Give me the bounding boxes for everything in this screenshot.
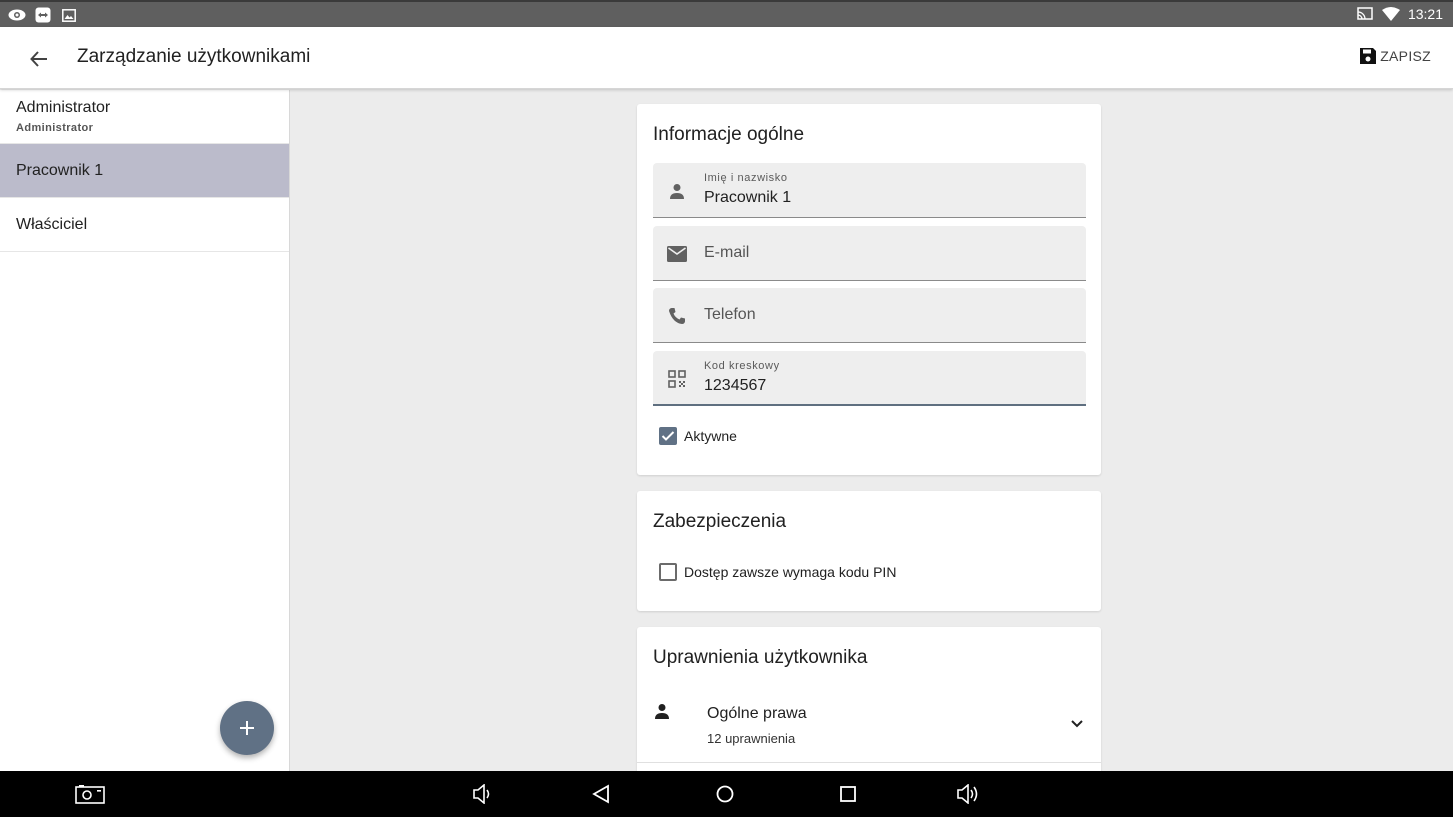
eye-icon [8,7,26,23]
qr-code-icon [666,368,688,390]
permissions-title: Uprawnienia użytkownika [653,647,868,668]
arrow-left-icon [30,51,47,67]
save-icon [1360,48,1377,64]
teamviewer-icon [34,7,52,23]
status-time: 13:21 [1407,6,1443,22]
mail-icon [666,243,688,265]
back-button[interactable] [24,44,54,74]
permission-item-subtitle: 12 uprawnienia [707,731,796,746]
security-card: Zabezpieczenia Dostęp zawsze wymaga kodu… [637,491,1101,611]
app-bar: Zarządzanie użytkownikami ZAPISZ [0,27,1453,89]
permission-item-title: Ogólne prawa [707,705,807,722]
active-checkbox-row[interactable]: Aktywne [659,427,737,445]
barcode-field-label: Kod kreskowy [704,360,780,372]
general-info-card: Informacje ogólne Imię i nazwisko Pracow… [637,104,1101,475]
user-role: Administrator [16,122,94,134]
user-item-pracownik-1[interactable]: Pracownik 1 [0,144,289,198]
phone-field-placeholder: Telefon [704,306,756,323]
add-user-button[interactable] [220,701,274,755]
person-icon [666,180,688,202]
chevron-down-icon[interactable] [1071,715,1083,733]
pin-checkbox-label: Dostęp zawsze wymaga kodu PIN [684,564,897,580]
active-checkbox-label: Aktywne [684,428,737,444]
screenshot-button[interactable] [74,781,106,807]
email-field-placeholder: E-mail [704,244,750,261]
home-nav-button[interactable] [710,781,740,807]
save-button[interactable]: ZAPISZ [1359,47,1431,65]
pin-checkbox-row[interactable]: Dostęp zawsze wymaga kodu PIN [659,563,896,581]
user-item-administrator[interactable]: Administrator Administrator [0,90,289,144]
page-title: Zarządzanie użytkownikami [77,46,311,67]
name-field[interactable]: Imię i nazwisko Pracownik 1 [653,163,1086,218]
phone-icon [666,305,688,327]
security-title: Zabezpieczenia [653,511,787,532]
name-field-label: Imię i nazwisko [704,172,788,184]
back-nav-button[interactable] [586,781,616,807]
barcode-field-value: 1234567 [704,377,767,394]
permissions-card: Uprawnienia użytkownika Ogólne prawa 12 … [637,627,1101,771]
cast-icon [1356,6,1374,22]
volume-down-icon [473,784,490,804]
barcode-field[interactable]: Kod kreskowy 1234567 [653,351,1086,406]
check-icon [661,431,675,441]
image-icon [60,7,78,23]
volume-up-button[interactable] [954,781,984,807]
volume-up-icon [957,784,978,804]
camera-icon [75,785,105,804]
square-recents-icon [840,786,856,802]
save-button-label: ZAPISZ [1380,48,1431,64]
active-checkbox[interactable] [659,427,677,445]
user-list-panel: Administrator Administrator Pracownik 1 … [0,90,290,771]
user-item-wlasciciel[interactable]: Właściciel [0,198,289,252]
volume-down-button[interactable] [468,781,498,807]
person-icon [654,703,670,724]
user-name: Właściciel [16,216,88,233]
circle-home-icon [716,785,734,803]
system-navigation-bar [0,771,1453,817]
wifi-icon [1381,6,1400,22]
triangle-back-icon [592,784,609,804]
recents-nav-button[interactable] [833,781,863,807]
status-bar: 13:21 [0,0,1453,27]
phone-field[interactable]: Telefon [653,288,1086,343]
permission-item-general-rights[interactable]: Ogólne prawa 12 uprawnienia [637,689,1101,763]
user-name: Pracownik 1 [16,162,104,179]
user-name: Administrator [16,99,111,116]
name-field-value: Pracownik 1 [704,189,792,206]
pin-checkbox[interactable] [659,563,677,581]
plus-icon [240,721,254,735]
email-field[interactable]: E-mail [653,226,1086,281]
general-info-title: Informacje ogólne [653,124,805,145]
